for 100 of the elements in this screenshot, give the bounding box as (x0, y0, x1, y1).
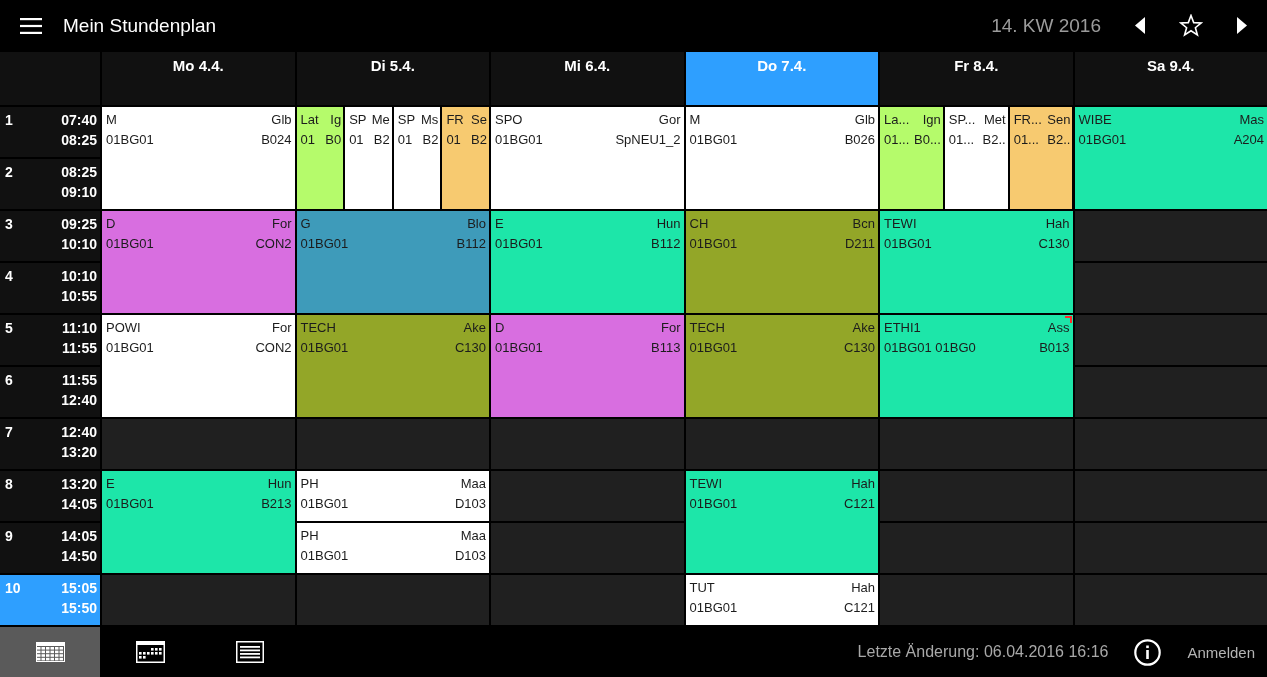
end-time: 14:50 (61, 547, 97, 566)
lesson-cell[interactable]: FR... Sen 01... B2.. (1009, 107, 1073, 209)
lesson-cell[interactable]: CH Bcn 01BG01 D211 (685, 211, 878, 313)
subject-label: PH (300, 527, 319, 545)
start-time: 10:10 (61, 267, 97, 286)
subject-label: TECH (689, 319, 725, 337)
class-label: 01... (1013, 131, 1039, 149)
room-label: B2 (471, 131, 487, 149)
teacher-label: Hah (851, 475, 875, 493)
teacher-label: For (661, 319, 681, 337)
day-header: Do 7.4. (685, 52, 878, 105)
subject-label: D (495, 319, 505, 337)
end-time: 15:50 (61, 599, 97, 618)
end-time: 12:40 (61, 391, 97, 410)
teacher-label: Hah (1045, 215, 1070, 233)
week-label: 14. KW 2016 (991, 14, 1101, 37)
lesson-cell[interactable]: E Hun 01BG01 B112 (491, 211, 684, 313)
lesson-cell[interactable]: SP Ms 01 B2 (393, 107, 441, 209)
class-label: 01BG01 (689, 235, 738, 253)
lesson-cell[interactable]: PH Maa 01BG01 D103 (296, 523, 489, 573)
lesson-cell[interactable]: Lat Ig 01 B0 (296, 107, 344, 209)
class-label: 01BG01 01BG0 (884, 339, 976, 357)
subject-label: D (106, 215, 116, 233)
teacher-label: Hah (851, 579, 875, 597)
start-time: 12:40 (61, 423, 97, 442)
teacher-label: Ake (463, 319, 486, 337)
room-label: B112 (651, 235, 681, 253)
lesson-cell[interactable]: E Hun 01BG01 B213 (102, 471, 295, 573)
class-label: 01BG01 (689, 131, 738, 149)
class-label: 01BG01 (884, 235, 932, 253)
class-label: 01BG01 (495, 339, 543, 357)
lesson-cell[interactable]: La... Ign 01... B0... (880, 107, 943, 209)
view-button[interactable] (0, 627, 100, 677)
period-number: 2 (5, 163, 13, 182)
info-button[interactable] (1134, 638, 1162, 666)
subject-label: TEWI (689, 475, 722, 493)
last-change-label: Letzte Änderung: 06.04.2016 16:16 (857, 643, 1109, 661)
lesson-cell[interactable]: POWI For 01BG01 CON2 (102, 315, 295, 417)
class-label: 01 (397, 131, 413, 149)
period-number: 6 (5, 371, 13, 390)
lesson-cell[interactable]: SPO Gor 01BG01 SpNEU1_2 (491, 107, 684, 209)
lesson-cell[interactable]: D For 01BG01 CON2 (102, 211, 295, 313)
room-label: B013 (1039, 339, 1070, 357)
room-label: B024 (261, 131, 292, 149)
subject-label: M (689, 111, 701, 129)
room-label: B2 (373, 131, 390, 149)
room-label: CON2 (255, 339, 292, 357)
start-time: 15:05 (61, 579, 97, 598)
class-label: 01BG01 (1078, 131, 1127, 149)
lesson-cell[interactable]: TECH Ake 01BG01 C130 (296, 315, 489, 417)
star-icon (1178, 14, 1203, 37)
period-number: 7 (5, 423, 13, 442)
lesson-cell[interactable]: TUT Hah 01BG01 C121 (685, 575, 878, 625)
period-number: 3 (5, 215, 13, 234)
lesson-cell[interactable]: M Glb 01BG01 B026 (685, 107, 878, 209)
class-label: 01BG01 (689, 599, 738, 617)
lesson-cell[interactable]: TEWI Hah 01BG01 C130 (880, 211, 1073, 313)
teacher-label: Maa (460, 475, 486, 493)
lesson-cell[interactable]: M Glb 01BG01 B024 (102, 107, 295, 209)
start-time: 13:20 (61, 475, 97, 494)
room-label: SpNEU1_2 (615, 131, 681, 149)
room-label: B0 (325, 131, 342, 149)
subject-label: E (495, 215, 504, 233)
class-label: 01BG01 (300, 547, 349, 565)
lesson-cell[interactable]: WIBE Mas 01BG01 A204 (1074, 107, 1267, 209)
lesson-cell[interactable]: SP... Met 01... B2.. (944, 107, 1008, 209)
end-time: 09:10 (61, 183, 97, 202)
teacher-label: Glb (271, 111, 292, 129)
class-label: 01BG01 (300, 235, 349, 253)
period-number: 9 (5, 527, 13, 546)
room-label: CON2 (255, 235, 292, 253)
teacher-label: Ign (922, 111, 941, 129)
teacher-label: Hun (656, 215, 681, 233)
lesson-cell[interactable]: PH Maa 01BG01 D103 (296, 471, 489, 521)
class-label: 01BG01 (300, 495, 349, 513)
start-time: 11:55 (61, 371, 97, 390)
lesson-cell[interactable]: SP Me 01 B2 (345, 107, 392, 209)
room-label: B2 (422, 131, 439, 149)
subject-label: CH (689, 215, 709, 233)
teacher-label: Gor (658, 111, 681, 129)
class-label: 01BG01 (106, 495, 154, 513)
lesson-cell[interactable]: TEWI Hah 01BG01 C121 (685, 471, 878, 573)
teacher-label: Maa (460, 527, 486, 545)
subject-label: FR (446, 111, 464, 129)
day-header: Fr 8.4. (880, 52, 1073, 105)
lesson-cell[interactable]: ETHI1 Ass 01BG01 01BG0 B013 (880, 315, 1073, 417)
room-label: B213 (261, 495, 292, 513)
login-button[interactable]: Anmelden (1187, 643, 1255, 661)
room-label: C130 (454, 339, 486, 357)
class-label: 01 (446, 131, 461, 149)
lesson-cell[interactable]: TECH Ake 01BG01 C130 (685, 315, 878, 417)
teacher-label: Ig (330, 111, 342, 129)
lesson-cell[interactable]: G Blo 01BG01 B112 (296, 211, 489, 313)
lesson-cell[interactable]: FR Se 01 B2 (442, 107, 489, 209)
subject-label: SP (349, 111, 367, 129)
subject-label: La... (884, 111, 910, 129)
class-label: 01BG01 (495, 235, 543, 253)
period-number: 10 (5, 579, 21, 598)
lesson-cell[interactable]: D For 01BG01 B113 (491, 315, 684, 417)
end-time: 10:55 (61, 287, 97, 306)
